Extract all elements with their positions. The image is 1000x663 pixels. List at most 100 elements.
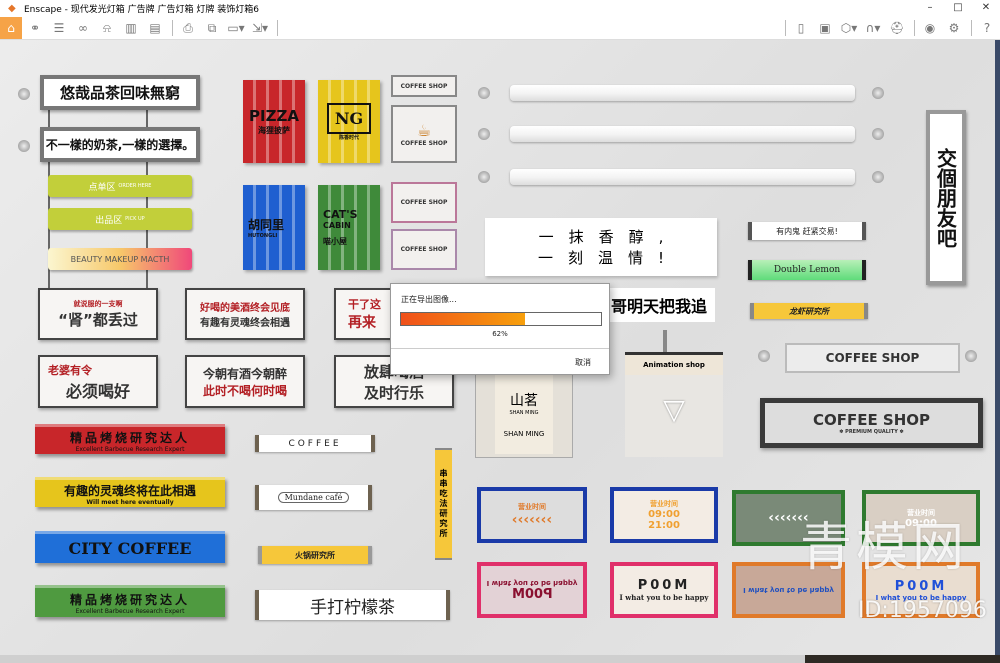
help-icon[interactable]: ? [976,17,998,39]
batch-render-icon[interactable]: ⧉ [201,17,223,39]
happy-label: I what you to be happy [486,578,578,587]
sign-wine: 好喝的美酒终会见底 有趣有灵魂终会相遇 [185,288,305,340]
tube-mount [872,87,884,99]
sign-pizza: PIZZA 海狸披萨 [243,80,305,163]
mundane-label: Mundane café [277,492,350,503]
sign-beauty: BEAUTY MAKEUP MACTH [48,248,192,270]
sign-make-friends: 交個朋友吧 [926,110,966,285]
paper-cup-icon: ▽ [663,393,685,426]
cheers-line2: 再来 [348,315,376,331]
divider [785,20,786,36]
wall-mount [18,88,30,100]
shanming-cn: 山茗 [510,393,538,409]
hutong-label: 胡同里 [248,218,285,232]
export-progress-dialog: 正在导出图像... 62% 取消 [390,283,610,375]
cheers-line1: 干了这 [348,298,381,311]
today-line1: 今朝有酒今朝醉 [202,366,287,381]
order-en-label: ORDER HERE [118,183,152,189]
sign-cats-cabin: CAT'S CABIN 喵小屋 [318,185,380,270]
soul-label: 有趣的灵魂终将在此相遇 [63,483,196,498]
cats-cn-label: 喵小屋 [323,237,347,246]
hutong-en-label: HUTONGLI [248,233,278,239]
vr-headset-icon[interactable]: ⛑ [886,17,908,39]
screenshot-icon[interactable]: ⎙ [177,17,199,39]
bbq-label: 精品烤烧研究达人 [69,430,190,445]
tube-mount [872,171,884,183]
walk-icon[interactable]: ∩▾ [862,17,884,39]
wife-line1: 老婆有令 [48,363,92,377]
visibility-icon[interactable]: ◉ [919,17,941,39]
sign-bbq-green: 精品烤烧研究达人 Excellent Barbecue Research Expe… [35,585,225,617]
sign-hours-blue: 营业时间 09:00 21:00 [610,487,718,543]
pizza-cn-label: 海狸披萨 [258,126,290,135]
buildings-icon[interactable]: ▥ [120,17,142,39]
bell-icon[interactable]: ⍾ [96,17,118,39]
bim-icon[interactable]: ☰ [48,17,70,39]
sign-coffee-scroll: COFFEE [255,435,375,452]
sign-coffee-shop-small: COFFEE SHOP [391,75,457,97]
maximize-button[interactable]: □ [944,0,972,15]
panorama-icon[interactable]: ▭▾ [225,17,247,39]
sign-coffee-shop-small: COFFEE SHOP [391,182,457,223]
cats-label: CAT'S [323,208,358,221]
premium-label: ✽ PREMIUM QUALITY ✽ [839,429,904,435]
sign-double-lemon: Double Lemon [748,260,866,280]
close-time: 21:00 [648,520,680,531]
coffee-shop-label: COFFEE SHOP [400,140,448,147]
link-icon[interactable]: ⚭ [24,17,46,39]
soul-en-label: Will meet here eventually [86,498,174,506]
sign-milk-tea: 不一樣的奶茶,一樣的選擇。 [40,127,200,162]
sign-coffee-shop-small: COFFEE SHOP [391,229,457,270]
sign-room-pink-mirror: I what you to be happy P00M [477,562,587,618]
sign-skewers: 串串吃法研究所 [435,448,452,560]
pick-en-label: PICK UP [125,216,145,222]
wine-line2: 有趣有灵魂终会相遇 [200,318,290,329]
ng-cn-label: 陈香时代 [338,134,359,141]
export-icon[interactable]: ⇲▾ [249,17,271,39]
ng-label: NG [326,102,372,134]
cabin-label: CABIN [323,221,351,230]
view-cube-icon[interactable]: ⬡▾ [838,17,860,39]
sign-arrow-blue: 营业时间 ‹‹‹‹‹‹‹ [477,487,587,543]
today-line2: 此时不喝何时喝 [202,383,287,398]
room-label: P00M [637,578,691,593]
map-icon[interactable]: ▯ [790,17,812,39]
room-label: P00M [894,578,948,594]
tube-mount [478,171,490,183]
asset-library-icon[interactable]: ▣ [814,17,836,39]
shanming-en: SHAN MING [509,410,539,416]
clapper-icon[interactable]: ▤ [144,17,166,39]
cancel-button[interactable]: 取消 [575,357,591,368]
progress-label: 62% [492,330,508,338]
sign-fragrance: 一 抹 香 醇 , 一 刻 温 情 ! [485,218,717,276]
fragrance-line2: 一 刻 温 情 ! [537,249,664,267]
open-time: 09:00 [648,509,680,520]
sign-coffee-shop-grinder: ☕ COFFEE SHOP [391,105,457,163]
wine-line1: 好喝的美酒终会见底 [200,303,290,314]
tube-mount [478,87,490,99]
city-coffee-label: CITY COFFEE [68,539,192,558]
window-title: Enscape - 现代发光灯箱 广告牌 广告灯箱 灯牌 装饰灯箱6 [24,5,259,15]
light-tube [510,85,855,101]
sign-animation-shop: Animation shop ▽ [625,352,723,457]
light-tube [510,126,855,142]
wall-mount [965,350,977,362]
binoculars-icon[interactable]: ∞ [72,17,94,39]
divider [172,20,173,36]
progress-fill [401,313,525,325]
shanming-en2: SHAN MING [503,430,545,438]
bbq2-label: 精品烤烧研究达人 [69,592,190,607]
settings-icon[interactable]: ⚙ [943,17,965,39]
dialog-title: 正在导出图像... [401,295,457,304]
minimize-button[interactable]: – [916,0,944,15]
sign-pickup: 出品区 PICK UP [48,208,192,230]
sign-insider: 有内鬼 赶紧交易! [748,222,866,240]
close-button[interactable]: ✕ [972,0,1000,15]
home-icon[interactable]: ⌂ [0,17,22,39]
divider [914,20,915,36]
wall-mount [18,140,30,152]
sign-room-pink: P00M I what you to be happy [610,562,718,618]
coffee-grinder-icon: ☕ [416,121,432,140]
fragrance-line1: 一 抹 香 醇 , [538,228,664,246]
watermark-id: ID:1957096 [858,598,987,623]
